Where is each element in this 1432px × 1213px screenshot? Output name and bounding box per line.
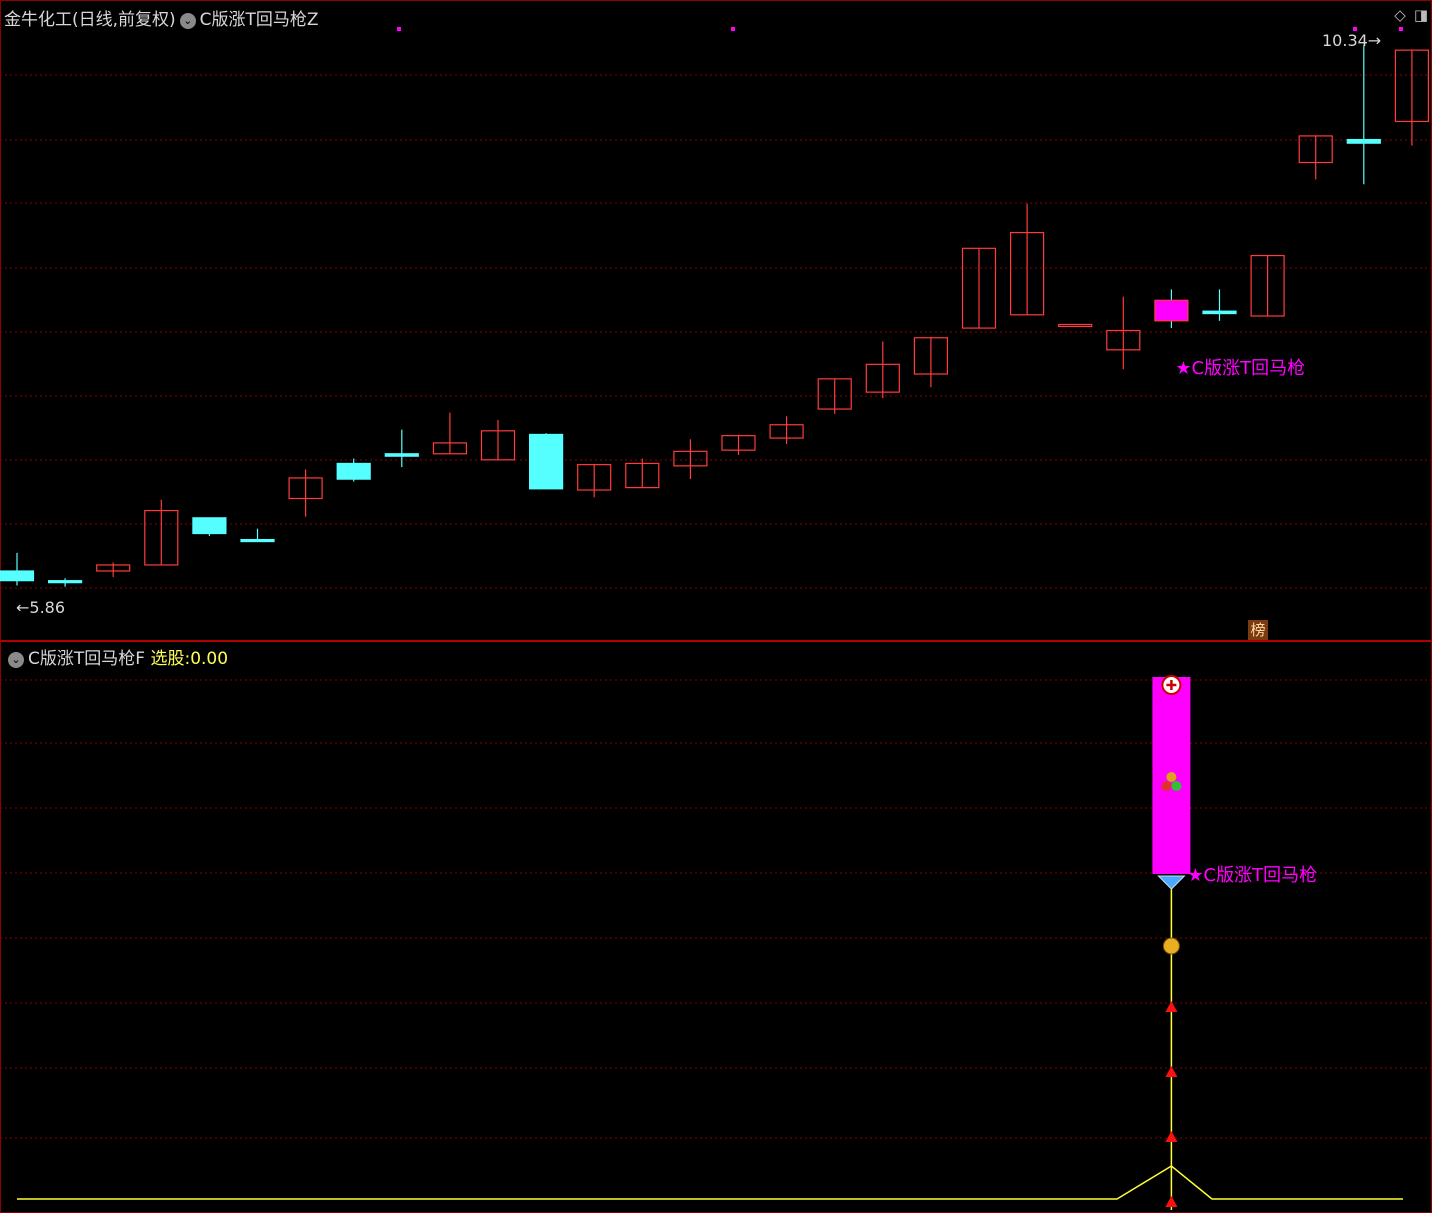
candle-body [1346, 138, 1381, 144]
candle-body [47, 580, 83, 584]
balls-icon [1171, 781, 1182, 791]
signal-label: ★C版涨T回马枪 [1175, 358, 1305, 379]
chart-canvas[interactable]: ★C版涨T回马枪 ←5.86 10.34→ ★C版涨T回马枪 [0, 0, 1432, 1213]
signal-dot [731, 27, 735, 31]
rank-badge[interactable]: 榜 [1248, 620, 1268, 640]
low-price-label: ←5.86 [16, 598, 65, 617]
candle-body [240, 538, 275, 543]
candle-body [192, 517, 227, 535]
balls-icon [1161, 781, 1172, 791]
indicator-menu-icon[interactable]: ⌄ [179, 13, 196, 29]
candle-body [528, 433, 564, 490]
sub-signal-label: ★C版涨T回马枪 [1187, 865, 1317, 886]
window-controls: ◇ ◨ [1386, 6, 1428, 24]
candle-body [336, 462, 371, 480]
candle-body [0, 570, 35, 582]
candle-body [1202, 310, 1237, 315]
signal-dot [1399, 27, 1403, 31]
diamond-icon[interactable]: ◇ [1394, 6, 1406, 24]
main-indicator-name[interactable]: C版涨T回马枪Z [200, 10, 319, 30]
window-toggle-icon[interactable]: ◨ [1414, 6, 1428, 24]
sub-indicator-menu-icon[interactable]: ⌄ [8, 652, 24, 668]
stock-title[interactable]: 金牛化工(日线,前复权) [4, 10, 176, 30]
main-pane-header: 金牛化工(日线,前复权) ⌄ C版涨T回马枪Z [4, 5, 319, 30]
candle-body [384, 453, 419, 457]
sub-indicator-name[interactable]: C版涨T回马枪F [28, 649, 145, 669]
high-price-label: 10.34→ [1322, 31, 1381, 50]
select-label: 选股: [150, 649, 191, 669]
signal-dot [397, 27, 401, 31]
balls-icon [1166, 772, 1177, 782]
sub-pane-header: ⌄ C版涨T回马枪F 选股:0.00 [4, 644, 228, 669]
candle-body [1154, 299, 1189, 322]
money-bag-icon [1162, 937, 1180, 955]
select-value: 0.00 [190, 649, 229, 669]
